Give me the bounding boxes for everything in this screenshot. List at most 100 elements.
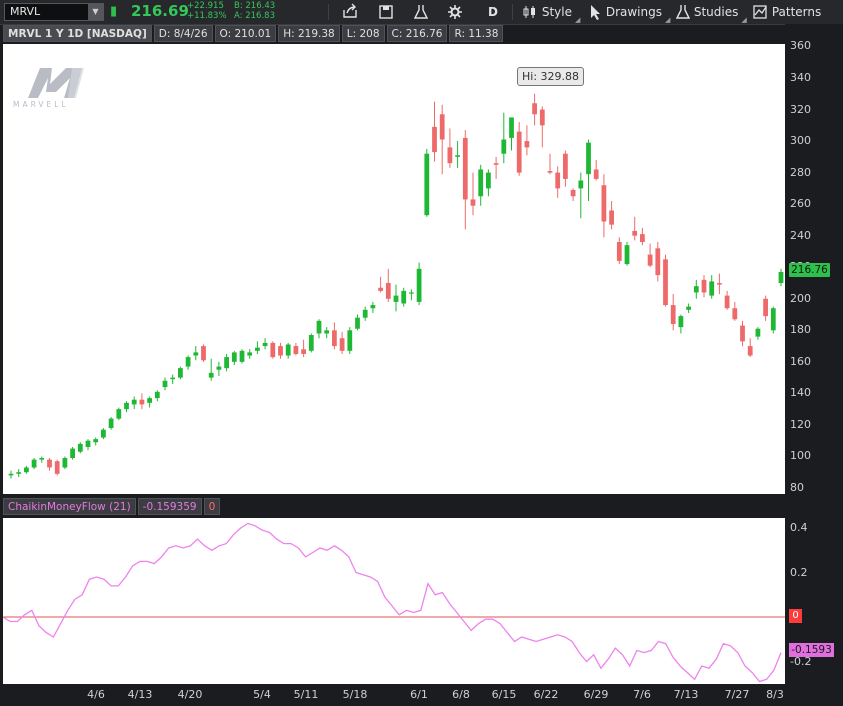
divider (512, 4, 513, 20)
candle-body (293, 346, 299, 354)
time-axis-label: 4/20 (177, 688, 203, 701)
cmf-axis-label: 0.2 (790, 565, 808, 579)
candle-body (586, 142, 591, 175)
time-axis-label: 5/18 (342, 688, 368, 701)
save-button[interactable] (378, 0, 394, 24)
cmf-chart-pane[interactable] (3, 518, 785, 684)
price-axis-label: 100 (790, 449, 811, 463)
time-axis[interactable]: 4/6 4/13 4/20 5/4 5/11 5/18 6/1 6/8 6/15 6/22 6/29… (0, 684, 843, 706)
toolbar: MRVL ▼ ▮ 216.69 +22.915 +11.83% B: 216.4… (0, 0, 843, 25)
candle-body (447, 147, 453, 164)
cmf-axis[interactable]: -0.2 0.2 0.4 (785, 518, 843, 684)
cmf-value-tag: -0.1593 (789, 643, 834, 657)
candle-body (316, 320, 322, 334)
candle-body (178, 368, 183, 378)
aggregation-button[interactable]: D (488, 0, 498, 24)
candle-body (778, 271, 784, 283)
price-axis-label: 280 (790, 165, 811, 179)
candle-body (693, 286, 699, 293)
patterns-button[interactable]: Patterns (752, 0, 821, 24)
candle-body (247, 352, 253, 356)
candle-body (70, 448, 75, 459)
time-axis-label: 7/6 (633, 688, 651, 701)
patterns-icon (753, 5, 767, 19)
candle-body (439, 114, 445, 140)
candle-body (640, 234, 645, 242)
marvell-logo-icon: MARVELL (13, 68, 84, 109)
aggregation-label: D (488, 5, 498, 19)
share-button[interactable] (342, 0, 358, 24)
time-axis-label: 5/11 (293, 688, 319, 701)
candle-body (147, 398, 152, 403)
candle-body (455, 155, 460, 157)
candle-body (116, 409, 122, 419)
candle-body (339, 338, 345, 351)
chevron-down-icon[interactable]: ▼ (88, 4, 103, 20)
candle-body (154, 391, 160, 399)
candle-body (509, 117, 514, 138)
candle-body (755, 328, 761, 337)
style-label: Style (541, 5, 572, 19)
price-chart-pane[interactable] (3, 44, 785, 494)
candle-body (162, 380, 168, 388)
logo-text: MARVELL (13, 100, 69, 109)
candle-body (686, 306, 691, 310)
candle-body (432, 126, 437, 153)
time-axis-label: 7/27 (724, 688, 750, 701)
high-annotation: Hi: 329.88 (517, 67, 585, 86)
info-high: H: 219.38 (278, 25, 340, 42)
price-axis-label: 120 (790, 417, 811, 431)
bar-chart-icon[interactable]: ▮ (110, 4, 117, 19)
candle-body (578, 180, 584, 189)
net-change: +22.915 +11.83% (187, 1, 227, 21)
candle-body (216, 366, 222, 370)
info-range: R: 11.38 (449, 25, 504, 42)
price-chart[interactable] (3, 44, 785, 494)
symbol-text: MRVL (10, 5, 41, 18)
zero-line-tag: 0 (789, 609, 802, 623)
cmf-chart[interactable] (3, 518, 785, 684)
time-axis-label: 7/13 (673, 688, 699, 701)
style-button[interactable]: Style◢ (522, 0, 580, 24)
candle-body (170, 377, 176, 380)
drawings-label: Drawings (605, 5, 662, 19)
cmf-axis-label: 0.4 (790, 521, 808, 534)
study-name[interactable]: ChaikinMoneyFlow (21) (3, 498, 136, 515)
candle-body (224, 357, 229, 369)
settings-button[interactable] (447, 0, 463, 24)
price-axis-label: 80 (790, 481, 804, 494)
bid-value: B: 216.43 (234, 1, 276, 11)
time-axis-label: 6/22 (533, 688, 559, 701)
symbol-input[interactable]: MRVL ▼ (4, 3, 104, 21)
candle-body (385, 283, 391, 299)
time-axis-label: 6/8 (452, 688, 470, 701)
candle-body (701, 279, 707, 293)
time-axis-label: 6/1 (410, 688, 428, 701)
candle-body (231, 352, 237, 362)
patterns-label: Patterns (771, 5, 822, 19)
drawings-button[interactable]: Drawings◢ (588, 0, 670, 24)
time-axis-label: 8/3 (766, 688, 784, 701)
candle-body (31, 459, 37, 468)
candle-body (77, 443, 83, 452)
candle-body (108, 418, 114, 429)
candle-body (524, 141, 530, 148)
candle-body (185, 357, 191, 367)
candle-body (555, 172, 561, 189)
price-axis[interactable]: 8010012014016018020022024026028030032034… (785, 24, 843, 494)
chart-title[interactable]: MRVL 1 Y 1D [NASDAQ] (3, 25, 152, 42)
candle-body (747, 346, 753, 356)
last-price-tag: 216.76 (789, 263, 830, 277)
net-change-value: +22.915 (187, 1, 224, 11)
candle-body (270, 342, 276, 358)
candle-body (478, 169, 484, 197)
candle-body (717, 283, 722, 285)
candle-body (516, 131, 522, 173)
flask-button[interactable] (414, 0, 428, 24)
candle-body (85, 440, 91, 447)
time-axis-label: 6/15 (491, 688, 517, 701)
candle-body (709, 281, 715, 296)
candle-body (416, 268, 422, 302)
studies-button[interactable]: Studies◢ (676, 0, 747, 24)
flask-icon (414, 5, 428, 19)
